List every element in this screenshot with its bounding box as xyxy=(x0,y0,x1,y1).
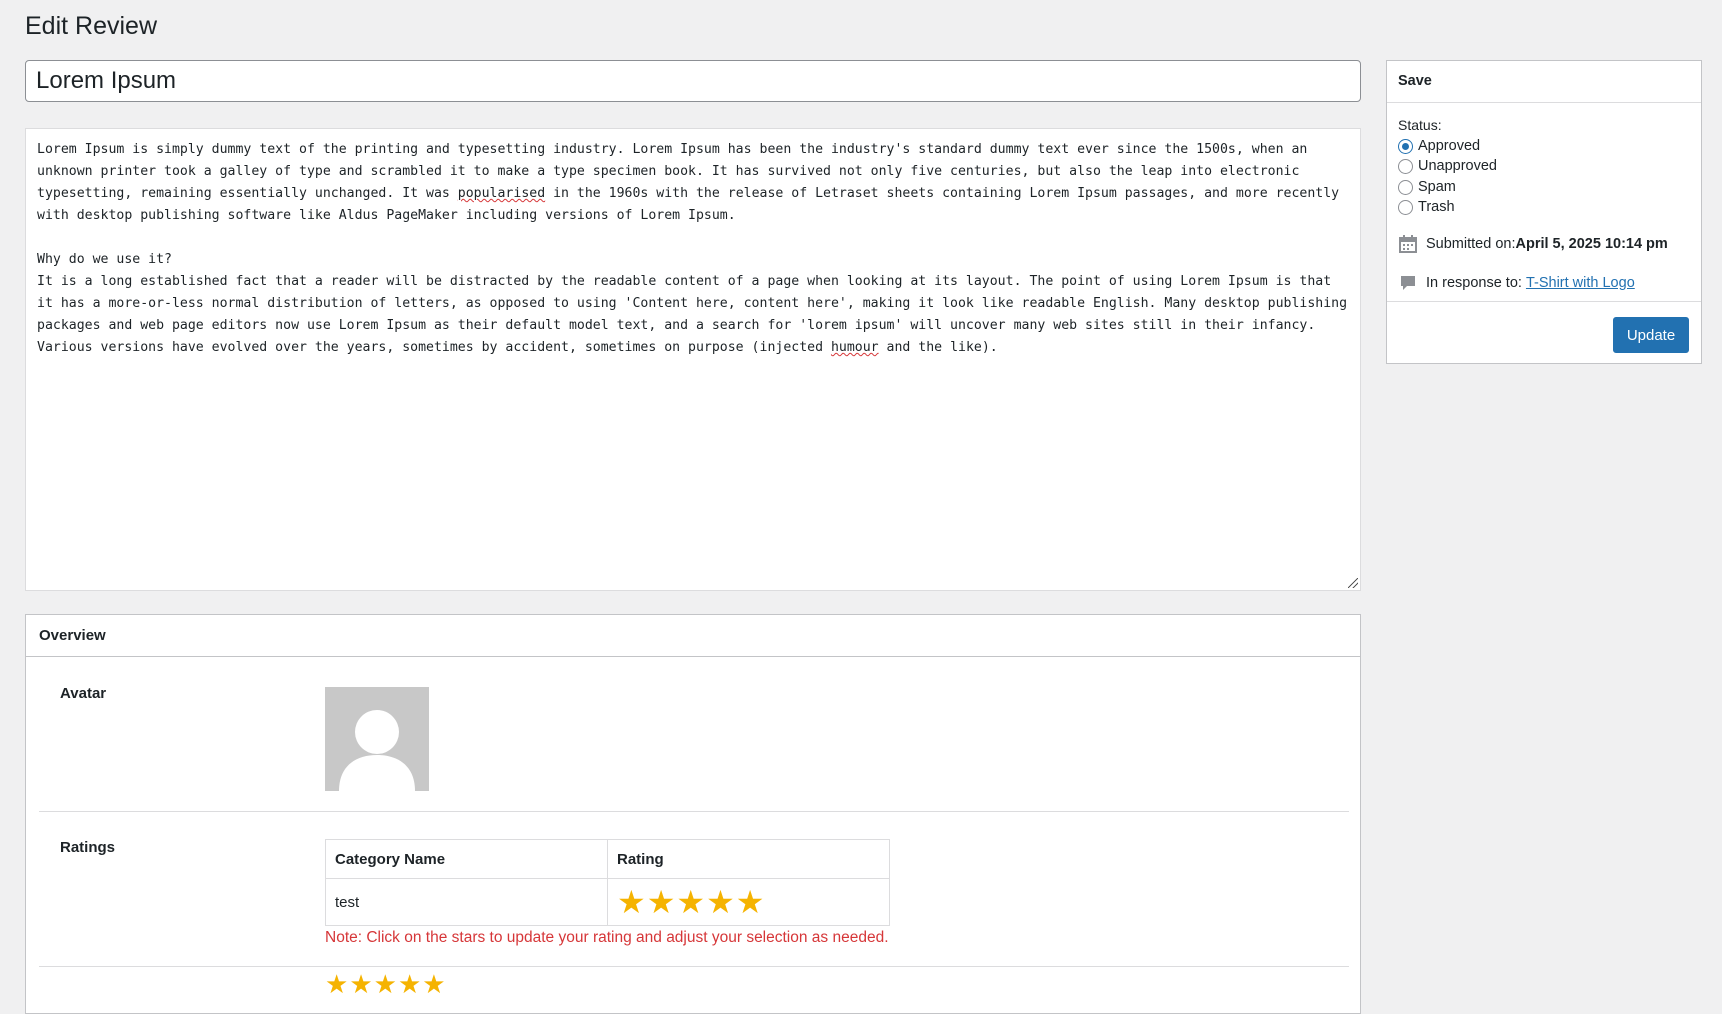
star-icon[interactable]: ★ xyxy=(617,886,646,918)
submitted-on-row: Submitted on: April 5, 2025 10:14 pm xyxy=(1398,234,1668,254)
star-icon: ★ xyxy=(422,969,446,999)
status-option-approved[interactable]: Approved xyxy=(1398,138,1480,154)
overview-panel: Overview Avatar Ratings Category Name Ra… xyxy=(25,614,1361,1014)
rating-note: Note: Click on the stars to update your … xyxy=(325,929,889,946)
response-label: In response to: xyxy=(1426,275,1526,291)
rating-header: Rating xyxy=(607,839,890,879)
table-row: test ★★★★★ xyxy=(325,878,890,926)
review-content-textarea[interactable]: Lorem Ipsum is simply dummy text of the … xyxy=(25,128,1361,591)
avatar-label: Avatar xyxy=(60,685,107,702)
average-rating-stars: ★★★★★ xyxy=(325,971,447,997)
page-title: Edit Review xyxy=(25,12,157,40)
status-label: Status: xyxy=(1398,117,1442,133)
status-option-label: Trash xyxy=(1418,199,1455,215)
submitted-date: April 5, 2025 10:14 pm xyxy=(1515,236,1668,252)
radio-icon[interactable] xyxy=(1398,199,1413,215)
divider xyxy=(1387,301,1701,302)
status-option-trash[interactable]: Trash xyxy=(1398,199,1455,215)
star-icon[interactable]: ★ xyxy=(647,886,676,918)
ratings-table: Category Name Rating test ★★★★★ xyxy=(325,839,890,926)
status-option-label: Unapproved xyxy=(1418,158,1497,174)
response-link[interactable]: T-Shirt with Logo xyxy=(1526,275,1635,291)
content-paragraph-2a: It is a long established fact that a rea… xyxy=(37,274,1355,355)
category-name-cell: test xyxy=(325,878,608,926)
in-response-row: In response to: T-Shirt with Logo xyxy=(1398,273,1635,293)
status-option-spam[interactable]: Spam xyxy=(1398,179,1456,195)
content-paragraph-2b: and the like). xyxy=(878,340,998,355)
category-name-header: Category Name xyxy=(325,839,608,879)
save-panel: Save Status: Approved Unapproved Spam Tr… xyxy=(1386,60,1702,364)
radio-icon[interactable] xyxy=(1398,158,1413,174)
rating-cell: ★★★★★ xyxy=(607,878,890,926)
star-icon: ★ xyxy=(397,969,422,999)
star-icon: ★ xyxy=(325,969,349,999)
ratings-label: Ratings xyxy=(60,839,116,856)
star-icon: ★ xyxy=(373,969,397,999)
submitted-label: Submitted on: xyxy=(1426,236,1516,252)
status-option-unapproved[interactable]: Unapproved xyxy=(1398,158,1497,174)
update-button[interactable]: Update xyxy=(1613,317,1689,353)
content-misspelled-word: humour xyxy=(830,340,879,355)
star-icon[interactable]: ★ xyxy=(736,886,765,918)
resize-handle[interactable] xyxy=(1348,578,1358,588)
radio-icon[interactable] xyxy=(1398,179,1413,195)
star-icon: ★ xyxy=(349,969,373,999)
star-icon[interactable]: ★ xyxy=(706,886,735,918)
save-heading: Save xyxy=(1387,61,1701,103)
user-silhouette-icon xyxy=(339,710,415,791)
avatar-row: Avatar xyxy=(39,657,1349,812)
comment-icon xyxy=(1401,276,1415,290)
radio-checked-icon[interactable] xyxy=(1398,138,1413,154)
calendar-icon xyxy=(1399,235,1417,253)
status-option-label: Approved xyxy=(1418,138,1481,154)
status-option-label: Spam xyxy=(1418,179,1456,195)
avatar xyxy=(325,687,429,791)
content-misspelled-word: popularised xyxy=(457,186,546,201)
overview-heading: Overview xyxy=(26,615,1360,657)
review-title-input[interactable]: Lorem Ipsum xyxy=(25,60,1361,102)
content-heading-2: Why do we use it? xyxy=(37,252,172,267)
star-icon[interactable]: ★ xyxy=(676,886,705,918)
